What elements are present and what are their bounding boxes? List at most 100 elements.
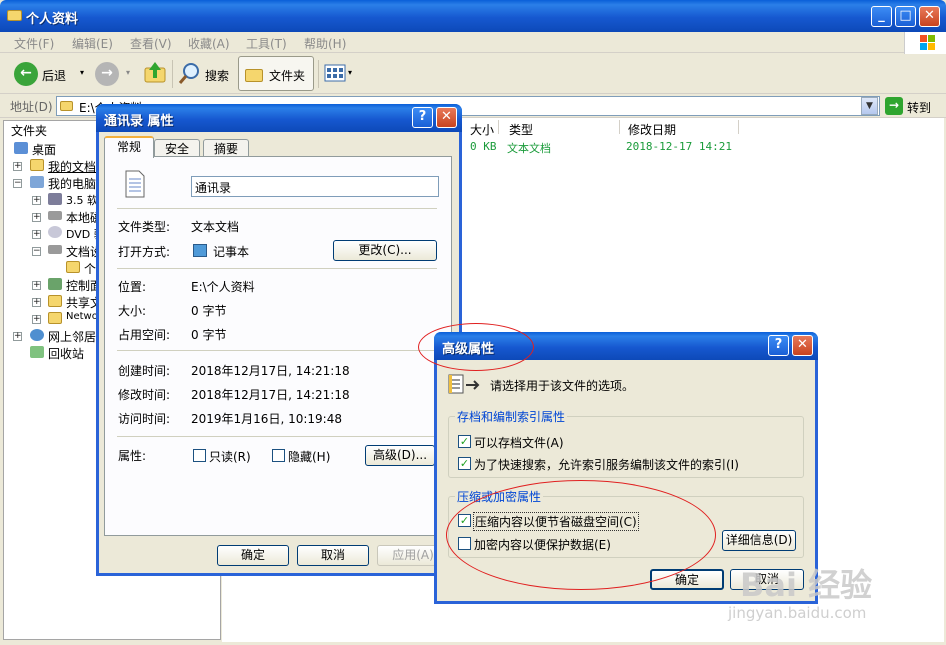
expand-icon[interactable]: + (32, 315, 41, 324)
tree-item-my-documents[interactable]: 我的文档 (30, 158, 96, 175)
my-computer-icon (30, 176, 44, 188)
hidden-label[interactable]: 隐藏(H) (288, 448, 330, 465)
index-checkbox[interactable]: ✓ (458, 457, 471, 470)
column-header-type[interactable]: 类型 (509, 121, 533, 138)
expand-icon[interactable]: + (32, 196, 41, 205)
column-header-modified[interactable]: 修改日期 (628, 121, 676, 138)
tree-item-personal[interactable]: 个 (66, 260, 96, 277)
props-cancel-button[interactable]: 取消 (297, 545, 369, 566)
tree-item-network[interactable]: Netwo (48, 311, 98, 324)
menu-view[interactable]: 查看(V) (130, 35, 172, 52)
menu-bar: 文件(F) 编辑(E) 查看(V) 收藏(A) 工具(T) 帮助(H) (0, 32, 946, 53)
search-label[interactable]: 搜索 (205, 67, 229, 84)
properties-title-bar: 通讯录 属性 ? ✕ (96, 104, 462, 132)
size-label: 大小: (118, 304, 147, 318)
forward-dropdown-icon[interactable]: ▾ (126, 68, 130, 77)
change-button[interactable]: 更改(C)... (333, 240, 437, 261)
disk-size-label: 占用空间: (118, 328, 171, 342)
expand-icon[interactable]: + (32, 281, 41, 290)
dvd-icon (48, 226, 62, 238)
open-with-value: 记事本 (213, 245, 250, 259)
collapse-icon[interactable]: − (13, 179, 22, 188)
archive-index-group-title: 存档和编制索引属性 (455, 408, 568, 425)
forward-arrow-icon[interactable]: → (95, 62, 119, 86)
expand-icon[interactable]: + (32, 298, 41, 307)
help-button[interactable]: ? (412, 107, 433, 128)
modified-value: 2018年12月17日, 14:21:18 (191, 388, 350, 402)
archive-label[interactable]: 可以存档文件(A) (474, 434, 564, 451)
tree-item-control-panel[interactable]: 控制面 (48, 277, 102, 294)
tree-item-desktop[interactable]: 桌面 (14, 141, 56, 158)
properties-close-button[interactable]: ✕ (436, 107, 457, 128)
maximize-button[interactable]: □ (895, 6, 916, 27)
tree-item-floppy[interactable]: 3.5 软 (48, 192, 98, 208)
advanced-intro: 请选择用于该文件的选项。 (490, 379, 635, 393)
tree-item-shared[interactable]: 共享文 (48, 294, 102, 311)
tree-item-network-places[interactable]: 网上邻居 (30, 328, 96, 345)
menu-tools[interactable]: 工具(T) (246, 35, 287, 52)
minimize-button[interactable]: _ (871, 6, 892, 27)
back-label[interactable]: 后退 (42, 67, 66, 84)
encrypt-checkbox[interactable] (458, 537, 471, 550)
views-icon[interactable] (324, 64, 346, 82)
hard-disk-icon (48, 211, 62, 220)
props-ok-button[interactable]: 确定 (217, 545, 289, 566)
file-modified-cell[interactable]: 2018-12-17 14:21 (626, 140, 732, 153)
search-icon[interactable] (178, 62, 202, 86)
back-dropdown-icon[interactable]: ▾ (80, 68, 84, 77)
general-tab-panel: 通讯录 文件类型: 文本文档 打开方式: 记事本 更改(C)... 位置: E:… (104, 156, 452, 536)
hidden-checkbox[interactable] (272, 449, 285, 462)
expand-icon[interactable]: + (32, 213, 41, 222)
control-panel-icon (48, 278, 62, 290)
go-label[interactable]: 转到 (907, 99, 931, 116)
column-header-size[interactable]: 大小 (470, 121, 494, 138)
properties-title: 通讯录 属性 (104, 114, 174, 129)
readonly-checkbox[interactable] (193, 449, 206, 462)
disk-size-value: 0 字节 (191, 328, 227, 342)
location-value: E:\个人资料 (191, 280, 255, 294)
file-type-cell[interactable]: 文本文档 (507, 140, 551, 156)
tree-item-local-disk[interactable]: 本地磁 (48, 209, 102, 226)
menu-file[interactable]: 文件(F) (14, 35, 54, 52)
close-button[interactable]: ✕ (919, 6, 940, 27)
menu-edit[interactable]: 编辑(E) (72, 35, 113, 52)
menu-favorites[interactable]: 收藏(A) (188, 35, 230, 52)
up-folder-icon[interactable] (143, 60, 167, 86)
tree-item-my-computer[interactable]: 我的电脑 (30, 175, 96, 192)
details-button[interactable]: 详细信息(D) (722, 530, 796, 551)
text-file-icon (125, 170, 145, 198)
expand-icon[interactable]: + (13, 332, 22, 341)
expand-icon[interactable]: + (13, 162, 22, 171)
encrypt-label[interactable]: 加密内容以便保护数据(E) (474, 536, 611, 553)
menu-help[interactable]: 帮助(H) (304, 35, 346, 52)
archive-checkbox[interactable]: ✓ (458, 435, 471, 448)
readonly-label[interactable]: 只读(R) (209, 448, 251, 465)
go-arrow-icon[interactable]: → (885, 97, 903, 115)
folders-label[interactable]: 文件夹 (269, 67, 305, 84)
compress-label[interactable]: 压缩内容以便节省磁盘空间(C) (473, 512, 639, 531)
advanced-button[interactable]: 高级(D)... (365, 445, 435, 466)
adv-help-button[interactable]: ? (768, 335, 789, 356)
views-dropdown-icon[interactable]: ▾ (348, 68, 352, 77)
watermark-brand: Bai 经验 (740, 566, 873, 604)
file-type-value: 文本文档 (191, 220, 240, 234)
advanced-title: 高级属性 (442, 342, 495, 357)
index-label[interactable]: 为了快速搜索，允许索引服务编制该文件的索引(I) (474, 456, 739, 473)
address-dropdown-icon[interactable]: ▼ (861, 97, 878, 115)
adv-close-button[interactable]: ✕ (792, 335, 813, 356)
address-folder-icon (60, 101, 73, 111)
expand-icon[interactable]: + (32, 230, 41, 239)
collapse-icon[interactable]: − (32, 247, 41, 256)
address-label: 地址(D) (10, 100, 53, 114)
compress-checkbox[interactable]: ✓ (458, 514, 471, 527)
window-title: 个人资料 (26, 12, 79, 27)
tree-item-recycle-bin[interactable]: 回收站 (30, 345, 84, 362)
notepad-icon (193, 244, 207, 257)
file-size-cell[interactable]: 0 KB (470, 140, 497, 153)
back-arrow-icon[interactable]: ← (14, 62, 38, 86)
file-name-input[interactable]: 通讯录 (191, 176, 439, 197)
network-folder-icon (48, 312, 62, 324)
adv-ok-button[interactable]: 确定 (650, 569, 724, 590)
tree-item-documents-drive[interactable]: 文档设 (48, 243, 102, 260)
tab-general[interactable]: 常规 (104, 136, 154, 158)
